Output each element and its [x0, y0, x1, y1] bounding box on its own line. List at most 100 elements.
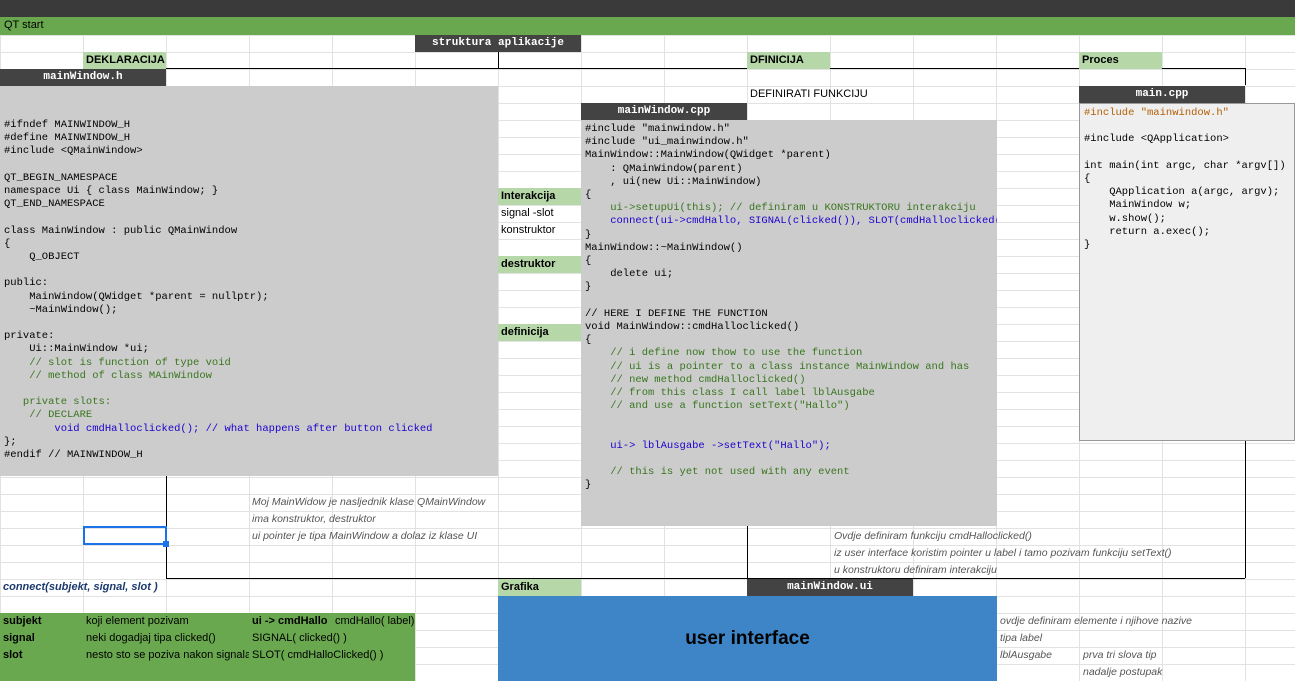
connect-arg-slot[interactable]: SLOT( cmdHalloClicked() ) [249, 647, 415, 664]
h-line: #include <QMainWindow> [4, 145, 143, 158]
grafika-label[interactable]: Grafika [498, 579, 581, 596]
cpp-line: : QMainWindow(parent) [585, 162, 743, 175]
main-line: { [1084, 173, 1091, 186]
cpp-line: { [585, 255, 592, 268]
main-cpp-tab[interactable]: main.cpp [1079, 86, 1245, 103]
connect-extra-subjekt[interactable]: cmdHallo( label) [332, 613, 415, 630]
definicija-label[interactable]: definicija [498, 324, 581, 341]
main-line: QApplication a(argc, argv); [1084, 186, 1280, 199]
h-line: // method of class MAinWindow [4, 369, 212, 382]
note-ui-3: lblAusgabe [1000, 649, 1052, 661]
structure-line-cpp [747, 526, 748, 578]
h-line [4, 317, 494, 330]
cpp-line [585, 453, 993, 466]
connect-key-subjekt[interactable]: subjekt [0, 613, 83, 630]
cpp-line: } [585, 281, 592, 294]
h-line: MainWindow(QWidget *parent = nullptr); [4, 290, 269, 303]
h-line: #endif // MAINWINDOW_H [4, 449, 143, 462]
user-interface-label: user interface [685, 627, 810, 649]
main-line: #include "mainwindow.h" [1084, 107, 1229, 119]
connect-arg-signal[interactable]: SIGNAL( clicked() ) [249, 630, 415, 647]
h-line: void cmdHalloclicked(); // what happens … [4, 422, 433, 435]
dfinicija-header[interactable]: DFINICIJA [747, 52, 830, 69]
h-line: Q_OBJECT [4, 251, 80, 264]
deklaracija-header[interactable]: DEKLARACIJA [83, 52, 166, 69]
h-line: #ifndef MAINWINDOW_H [4, 119, 131, 131]
main-line: MainWindow w; [1084, 199, 1192, 212]
cpp-line: MainWindow::~MainWindow() [585, 241, 743, 254]
note-ui-1: ovdje definiram elemente i njihove naziv… [1000, 615, 1193, 627]
konstruktor-label[interactable]: konstruktor [498, 222, 581, 239]
h-line: QT_END_NAMESPACE [4, 198, 105, 211]
cpp-line: ui-> lblAusgabe ->setText("Hallo"); [585, 439, 831, 452]
h-line [4, 159, 494, 172]
h-line: }; [4, 435, 17, 448]
h-line: #define MAINWINDOW_H [4, 132, 131, 145]
connect-key-signal[interactable]: signal [0, 630, 83, 647]
h-line: namespace Ui { class MainWindow; } [4, 185, 219, 198]
cpp-line [585, 413, 993, 426]
main-line [1084, 147, 1290, 160]
connect-arg-subjekt[interactable]: ui -> cmdHallo [249, 613, 332, 630]
h-line: private slots: [4, 396, 112, 409]
user-interface-box[interactable]: user interface [498, 596, 997, 681]
note-h-3: ui pointer je tipa MainWindow a dolaz iz… [252, 530, 478, 542]
note-ui-5: nadalje postupak [1083, 666, 1163, 678]
cpp-line: ui->setupUi(this); // definiram u KONSTR… [585, 202, 976, 215]
cpp-line: // i define now thow to use the function [585, 347, 863, 360]
main-line [1084, 120, 1290, 133]
main-line: } [1084, 239, 1091, 252]
main-line: int main(int argc, char *argv[]) [1084, 159, 1286, 172]
structure-line-bottom [166, 578, 1245, 579]
cpp-line: } [585, 228, 592, 241]
cpp-line [585, 295, 993, 308]
cpp-line: // ui is a pointer to a class instance M… [585, 360, 970, 373]
cpp-line: , ui(new Ui::MainWindow) [585, 175, 762, 188]
main-line: #include <QApplication> [1084, 133, 1229, 146]
h-line [4, 211, 494, 224]
cpp-line: // and use a function setText("Hallo") [585, 400, 850, 413]
h-line: ~MainWindow(); [4, 303, 118, 316]
cpp-line: delete ui; [585, 268, 674, 281]
note-h-1: Moj MainWidow je nasljednik klase QMainW… [252, 496, 486, 508]
structure-line-main [1245, 441, 1246, 578]
cpp-line: // from this class I call label lblAusga… [585, 387, 875, 400]
definirati-funkciju[interactable]: DEFINIRATI FUNKCIJU [747, 86, 907, 103]
mainwindow-h-code: #ifndef MAINWINDOW_H #define MAINWINDOW_H… [0, 86, 498, 476]
note-h-2: ima konstruktor, destruktor [252, 513, 376, 525]
note-cpp-2: iz user interface koristim pointer u lab… [834, 547, 1172, 559]
h-line: // DECLARE [4, 409, 93, 422]
h-line: QT_BEGIN_NAMESPACE [4, 171, 118, 184]
cpp-line: } [585, 479, 592, 492]
mainwindow-cpp-code: #include "mainwindow.h" #include "ui_main… [581, 120, 997, 526]
connect-key-slot[interactable]: slot [0, 647, 83, 664]
signal-slot-label[interactable]: signal -slot [498, 205, 581, 222]
cpp-line: #include "ui_mainwindow.h" [585, 136, 749, 149]
proces-header[interactable]: Proces [1079, 52, 1162, 69]
mainwindow-ui-tab[interactable]: mainWindow.ui [747, 579, 913, 596]
h-line: public: [4, 277, 49, 290]
mainwindow-cpp-tab[interactable]: mainWindow.cpp [581, 103, 747, 120]
structure-line-mid [498, 52, 499, 69]
fill-handle[interactable] [163, 541, 169, 547]
h-line: Ui::MainWindow *ui; [4, 343, 149, 356]
cpp-line: void MainWindow::cmdHalloclicked() [585, 321, 800, 334]
sheet-title-bar: QT start [0, 17, 1295, 35]
interakcija-label[interactable]: Interakcija [498, 188, 581, 205]
destruktor-label[interactable]: destruktor [498, 256, 581, 273]
struktura-header[interactable]: struktura aplikacije [415, 35, 581, 52]
cpp-line: // new method cmdHalloclicked() [585, 373, 806, 386]
h-line [4, 264, 494, 277]
structure-line-right [1245, 68, 1246, 85]
selected-cell[interactable] [83, 526, 167, 545]
cpp-line: // HERE I DEFINE THE FUNCTION [585, 307, 768, 320]
connect-val-signal[interactable]: neki dogadjaj tipa clicked() [83, 630, 249, 647]
cpp-line: { [585, 334, 592, 347]
window-top-bar [0, 0, 1295, 17]
mainwindow-h-tab[interactable]: mainWindow.h [0, 69, 166, 86]
h-line: { [4, 237, 11, 250]
connect-val-slot[interactable]: nesto sto se poziva nakon signala [83, 647, 249, 664]
note-cpp-1: Ovdje definiram funkciju cmdHalloclicked… [834, 530, 1032, 542]
connect-val-subjekt[interactable]: koji element pozivam [83, 613, 249, 630]
connect-title[interactable]: connect(subjekt, signal, slot ) [0, 579, 250, 596]
